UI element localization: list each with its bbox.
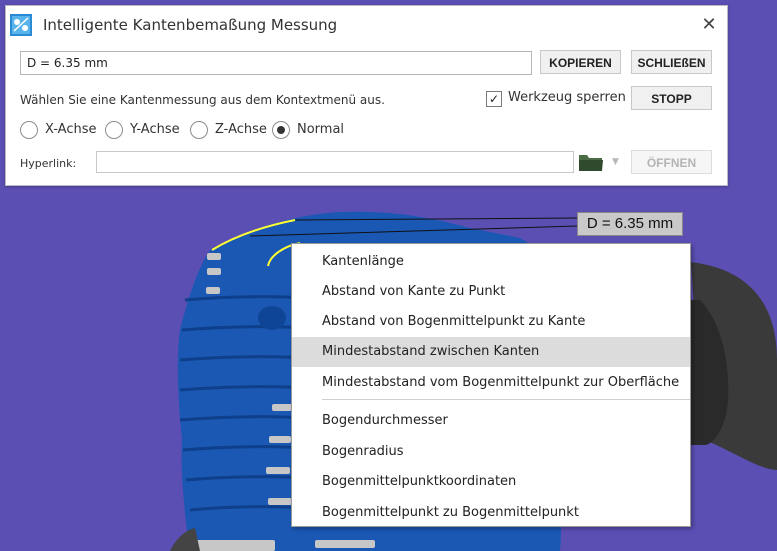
menu-item-edge-length[interactable]: Kantenlänge xyxy=(292,247,690,277)
chevron-down-icon[interactable]: ▼ xyxy=(612,157,619,167)
radio-normal-label: Normal xyxy=(297,122,345,137)
context-menu: Kantenlänge Abstand von Kante zu Punkt A… xyxy=(291,243,691,527)
menu-separator xyxy=(322,399,690,400)
close-icon[interactable]: ✕ xyxy=(698,14,720,36)
lock-tool-checkbox[interactable]: ✓ xyxy=(486,91,502,107)
measurement-dialog: Intelligente Kantenbemaßung Messung ✕ D … xyxy=(5,5,728,186)
dialog-title: Intelligente Kantenbemaßung Messung xyxy=(43,16,338,34)
lock-tool-label: Werkzeug sperren xyxy=(508,90,626,105)
menu-item-arc-center-to-arc-center[interactable]: Bogenmittelpunkt zu Bogenmittelpunkt xyxy=(292,498,690,528)
radio-x-axis-circle[interactable] xyxy=(20,121,38,139)
radio-normal-circle[interactable] xyxy=(272,121,290,139)
dialog-titlebar[interactable]: Intelligente Kantenbemaßung Messung ✕ xyxy=(6,6,727,44)
part-boss xyxy=(258,306,286,330)
radio-y-axis-circle[interactable] xyxy=(105,121,123,139)
app-icon xyxy=(10,14,32,36)
radio-z-axis-circle[interactable] xyxy=(190,121,208,139)
menu-item-arc-diameter[interactable]: Bogendurchmesser xyxy=(292,406,690,436)
menu-item-min-distance-edges[interactable]: Mindestabstand zwischen Kanten xyxy=(292,337,690,367)
close-button[interactable]: SCHLIEßEN xyxy=(631,50,712,74)
hyperlink-input[interactable] xyxy=(96,151,574,173)
menu-item-arc-center-coords[interactable]: Bogenmittelpunktkoordinaten xyxy=(292,467,690,497)
measurement-value-field[interactable]: D = 6.35 mm xyxy=(20,51,532,75)
dimension-callout: D = 6.35 mm xyxy=(577,212,683,236)
part-shadow xyxy=(170,528,200,551)
menu-item-arc-radius[interactable]: Bogenradius xyxy=(292,437,690,467)
menu-item-arc-center-to-edge[interactable]: Abstand von Bogenmittelpunkt zu Kante xyxy=(292,307,690,337)
hyperlink-label: Hyperlink: xyxy=(20,157,77,170)
folder-icon[interactable] xyxy=(578,151,604,173)
radio-z-axis-label: Z-Achse xyxy=(215,122,267,137)
copy-button[interactable]: KOPIEREN xyxy=(540,50,621,74)
radio-y-axis-label: Y-Achse xyxy=(130,122,180,137)
radio-x-axis-label: X-Achse xyxy=(45,122,97,137)
stop-button[interactable]: STOPP xyxy=(631,86,712,110)
menu-item-edge-to-point[interactable]: Abstand von Kante zu Punkt xyxy=(292,277,690,307)
menu-item-min-distance-arc-surface[interactable]: Mindestabstand vom Bogenmittelpunkt zur … xyxy=(292,368,690,398)
hint-text: Wählen Sie eine Kantenmessung aus dem Ko… xyxy=(20,93,385,107)
open-button: ÖFFNEN xyxy=(631,150,712,174)
